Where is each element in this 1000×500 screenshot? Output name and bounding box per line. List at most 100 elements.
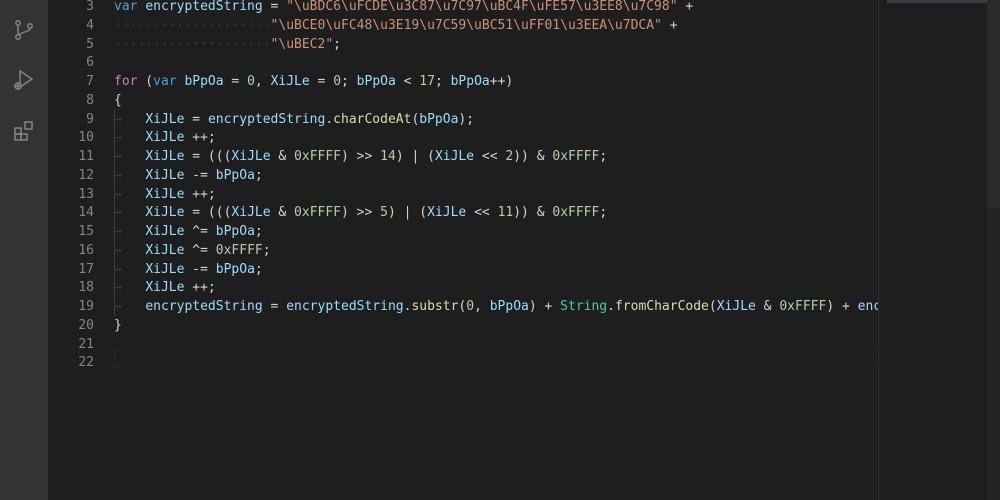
minimap[interactable]	[878, 0, 1000, 500]
code-token: =	[184, 111, 208, 127]
code-token: bPpOa	[184, 74, 224, 89]
code-token: ;	[434, 74, 451, 89]
code-token: =	[223, 74, 248, 89]
code-token: (	[708, 299, 717, 314]
code-token: encryptedString	[207, 111, 326, 127]
code-line[interactable]: → XiJLe ^= bPpOa;	[114, 222, 263, 241]
line-number: 10	[78, 130, 94, 146]
line-number: 15	[78, 224, 94, 239]
code-token: ) >>	[341, 205, 381, 221]
code-line[interactable]: → XiJLe = encryptedString.charCodeAt(bPp…	[114, 110, 474, 129]
code-token: <<	[466, 205, 498, 221]
code-token: "\uBCE0\uFC48\u3E19\u7C59\uBC51\uFF01\u3…	[270, 17, 662, 33]
source-control-icon[interactable]	[0, 10, 48, 50]
code-line[interactable]: → XiJLe ++;	[114, 278, 216, 297]
code-token: bPpOa	[489, 299, 529, 314]
code-token: "\uBEC2"	[270, 36, 334, 52]
code-token: =	[309, 74, 334, 89]
code-token: (	[137, 74, 154, 89]
line-number: 21	[78, 336, 94, 352]
code-token: →	[114, 224, 146, 239]
code-token: encrypt	[857, 299, 878, 314]
code-line[interactable]: → XiJLe -= bPpOa;	[114, 166, 263, 185]
code-token: ;	[262, 242, 271, 258]
code-line[interactable]: {	[114, 91, 122, 110]
code-line[interactable]: → XiJLe ^= 0xFFFF;	[114, 241, 271, 260]
code-token: 0	[247, 74, 255, 89]
vertical-scrollbar[interactable]	[987, 0, 1000, 500]
scrollbar-thumb[interactable]	[987, 0, 1000, 208]
code-editor[interactable]: 3 4 5 6 7 8 9 10 11 12 13 14 15 16 17 18 19 20 21 22 var en…	[48, 0, 878, 500]
line-number: 8	[86, 92, 94, 108]
code-token: ;	[333, 36, 341, 52]
code-token: XiJLe	[145, 205, 185, 221]
code-token: charCodeAt	[333, 111, 412, 127]
code-area[interactable]: var encryptedString = "\uBDC6\uFCDE\u3C8…	[114, 0, 878, 500]
line-number: 9	[86, 111, 94, 127]
code-token: ++;	[184, 186, 216, 202]
code-token: XiJLe	[145, 111, 185, 127]
code-token: →	[114, 111, 146, 127]
code-token: encryptedString	[286, 299, 404, 314]
extensions-icon[interactable]	[0, 111, 48, 151]
code-token: &	[270, 149, 295, 164]
code-token: bPpOa	[450, 74, 490, 89]
code-token: )) &	[513, 149, 553, 164]
code-token: ····················	[114, 17, 271, 33]
code-token: .	[325, 111, 334, 127]
line-number: 20	[78, 317, 94, 333]
code-token: 0xFFFF	[215, 242, 263, 258]
code-token: 0	[466, 299, 475, 314]
code-token: String	[560, 299, 608, 314]
code-token: →	[114, 205, 146, 221]
code-token: = (((	[184, 205, 232, 221]
line-number: 6	[86, 55, 94, 71]
code-token: 0xFFFF	[294, 149, 342, 164]
code-token: &	[755, 299, 780, 314]
line-number-gutter: 3 4 5 6 7 8 9 10 11 12 13 14 15 16 17 18 19 20 21 22	[48, 0, 94, 500]
code-token: {	[114, 92, 122, 108]
code-line[interactable]: → XiJLe ++;	[114, 128, 216, 147]
code-token: XiJLe	[145, 280, 185, 296]
minimap-slider[interactable]	[887, 0, 993, 3]
code-token: <	[395, 74, 420, 89]
code-token: XiJLe	[145, 149, 185, 164]
line-number: 5	[86, 36, 94, 52]
code-token: XiJLe	[716, 299, 756, 314]
line-number: 12	[78, 167, 94, 183]
code-token: &	[270, 205, 295, 221]
code-token: ++)	[489, 74, 514, 89]
code-token: XiJLe	[231, 149, 271, 164]
code-line[interactable]: ····················"\uBCE0\uFC48\u3E19\…	[114, 16, 678, 35]
code-token: ) | (	[387, 205, 428, 221]
code-token: -=	[184, 261, 216, 277]
run-debug-icon[interactable]	[0, 60, 48, 100]
code-token: fromCharCode	[614, 299, 709, 314]
code-token: ,	[254, 74, 271, 89]
line-number: 14	[78, 205, 94, 221]
code-line[interactable]: }	[114, 316, 122, 335]
code-token: →	[114, 280, 146, 296]
code-line[interactable]: → XiJLe ++;	[114, 185, 216, 204]
code-token: XiJLe	[427, 205, 467, 221]
code-line[interactable]: → XiJLe = (((XiJLe & 0xFFFF) >> 5) | (Xi…	[114, 203, 607, 222]
indent-guide	[114, 109, 115, 316]
code-line[interactable]: → encryptedString = encryptedString. subs…	[114, 297, 878, 316]
code-line[interactable]: → XiJLe -= bPpOa;	[114, 260, 263, 279]
code-token: XiJLe	[434, 149, 475, 164]
code-line[interactable]: var encryptedString = "\uBDC6\uFCDE\u3C8…	[114, 0, 693, 16]
code-token: encryptedString	[145, 0, 263, 14]
code-token: XiJLe	[145, 186, 185, 202]
code-token: 0xFFFF	[294, 205, 342, 221]
line-number: 7	[86, 74, 94, 89]
code-token: ;	[254, 224, 263, 239]
code-token: substr	[411, 299, 459, 314]
code-line[interactable]: ····················"\uBEC2";	[114, 35, 341, 54]
code-token: →	[114, 261, 146, 277]
line-number: 13	[78, 186, 94, 202]
code-line[interactable]: for (var bPpOa = 0, XiJLe = 0; bPpOa < 1…	[114, 72, 513, 91]
code-token: ) >>	[341, 149, 381, 164]
code-line[interactable]: → XiJLe = (((XiJLe & 0xFFFF) >> 14) | (X…	[114, 147, 607, 166]
code-token: 0xFFFF	[552, 205, 600, 221]
code-token: →	[114, 242, 146, 258]
